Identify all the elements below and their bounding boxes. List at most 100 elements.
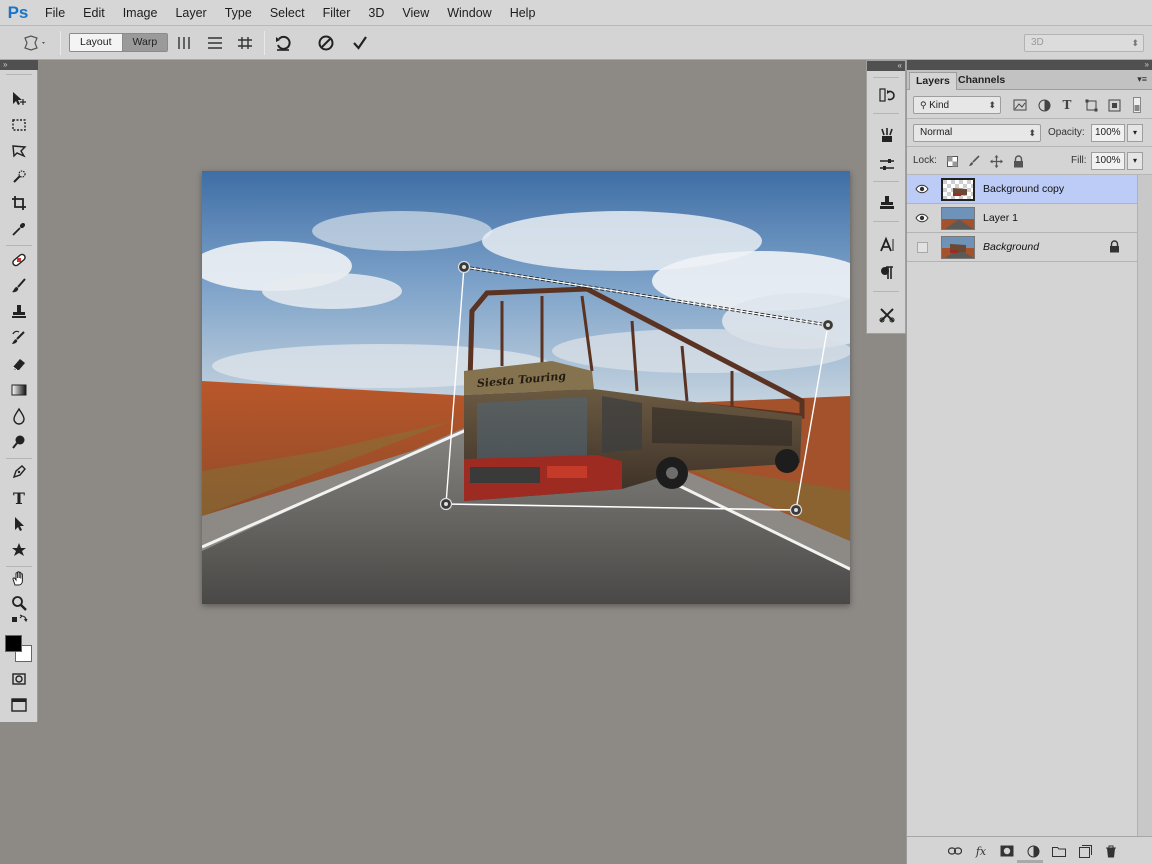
paragraph-panel-icon[interactable]: [875, 261, 899, 285]
swap-colors-icon[interactable]: [4, 612, 34, 628]
adjustments-sliders-icon[interactable]: [875, 153, 899, 177]
fill-input[interactable]: 100%: [1091, 152, 1125, 170]
menu-help[interactable]: Help: [501, 0, 545, 26]
collapse-arrows-icon[interactable]: »: [0, 60, 38, 70]
layer-name[interactable]: Layer 1: [983, 204, 1018, 233]
brush-presets-icon[interactable]: [875, 123, 899, 147]
menu-file[interactable]: File: [36, 0, 74, 26]
link-layers-icon[interactable]: [947, 843, 963, 859]
resize-grip[interactable]: [1017, 860, 1043, 863]
delete-layer-trash-icon[interactable]: [1103, 843, 1119, 859]
chevron-down-icon[interactable]: ▾: [1127, 124, 1143, 142]
tool-presets-icon[interactable]: [875, 303, 899, 327]
grip: [6, 74, 32, 75]
workspace-select[interactable]: 3D ⬍: [1024, 34, 1144, 52]
marquee-icon[interactable]: [4, 113, 34, 137]
path-select-icon[interactable]: [4, 512, 34, 536]
clone-stamp-icon[interactable]: [4, 300, 34, 324]
screen-mode-icon[interactable]: [4, 693, 34, 717]
new-layer-icon[interactable]: [1077, 843, 1093, 859]
blend-row: Normal ⬍ Opacity: 100% ▾: [907, 119, 1152, 147]
gradient-icon[interactable]: [4, 378, 34, 402]
layout-button[interactable]: Layout: [70, 34, 122, 51]
eyedropper-icon[interactable]: [4, 217, 34, 241]
new-adjustment-layer-icon[interactable]: [1025, 843, 1041, 859]
menu-filter[interactable]: Filter: [314, 0, 360, 26]
quick-mask-icon[interactable]: [4, 667, 34, 691]
smart-object-filter-icon[interactable]: [1105, 96, 1123, 114]
hand-icon[interactable]: [4, 567, 34, 591]
blend-mode-select[interactable]: Normal ⬍: [913, 124, 1041, 142]
layer-row-background-copy[interactable]: Background copy: [907, 175, 1137, 204]
lasso-icon[interactable]: [4, 139, 34, 163]
menu-edit[interactable]: Edit: [74, 0, 114, 26]
workspace-select-value: 3D: [1031, 37, 1044, 48]
brush-icon[interactable]: [4, 274, 34, 298]
crop-icon[interactable]: [4, 191, 34, 215]
blur-icon[interactable]: [4, 404, 34, 428]
grip: [873, 181, 899, 182]
layer-name[interactable]: Background: [983, 233, 1039, 262]
panel-collapse-bar[interactable]: »: [907, 60, 1152, 70]
panel-menu-icon[interactable]: ▾≡: [1137, 74, 1147, 85]
chevron-down-icon[interactable]: ▾: [1127, 152, 1143, 170]
panel-tabs: Layers Channels ▾≡: [907, 70, 1152, 90]
horizontal-split-icon[interactable]: [203, 26, 227, 60]
reset-warp-icon[interactable]: [270, 26, 296, 60]
lock-transparent-icon[interactable]: [943, 152, 961, 170]
lock-all-icon[interactable]: [1009, 152, 1027, 170]
visibility-eye-icon[interactable]: [913, 210, 931, 226]
eraser-icon[interactable]: [4, 352, 34, 376]
warp-button[interactable]: Warp: [121, 34, 168, 51]
foreground-color-swatch[interactable]: [5, 635, 22, 652]
tab-channels[interactable]: Channels: [952, 72, 1011, 90]
adjustment-filter-icon[interactable]: [1035, 96, 1053, 114]
menu-window[interactable]: Window: [438, 0, 500, 26]
lock-position-icon[interactable]: [987, 152, 1005, 170]
menu-view[interactable]: View: [393, 0, 438, 26]
dock-collapse-icon[interactable]: «: [867, 61, 905, 71]
layers-scrollbar[interactable]: [1137, 175, 1152, 837]
menu-3d[interactable]: 3D: [359, 0, 393, 26]
lock-pixels-icon[interactable]: [965, 152, 983, 170]
move-icon[interactable]: [4, 87, 34, 111]
layer-name[interactable]: Background copy: [983, 175, 1064, 204]
filter-kind-select[interactable]: ⚲ Kind ⬍: [913, 96, 1001, 114]
history-panel-icon[interactable]: [875, 83, 899, 107]
document-canvas[interactable]: Siesta Touring: [202, 171, 850, 604]
cross-split-icon[interactable]: [233, 26, 257, 60]
chevron-updown-icon: ⬍: [1028, 128, 1036, 138]
menu-select[interactable]: Select: [261, 0, 314, 26]
dodge-icon[interactable]: [4, 430, 34, 454]
menu-image[interactable]: Image: [114, 0, 167, 26]
visibility-off-box[interactable]: [917, 242, 928, 253]
add-mask-icon[interactable]: [999, 843, 1015, 859]
pen-icon[interactable]: [4, 460, 34, 484]
cancel-transform-icon[interactable]: [313, 26, 339, 60]
history-brush-icon[interactable]: [4, 326, 34, 350]
commit-transform-icon[interactable]: [347, 26, 373, 60]
type-icon[interactable]: T: [4, 486, 34, 510]
healing-icon[interactable]: [4, 248, 34, 272]
collapse-arrows-icon[interactable]: »: [1145, 60, 1149, 70]
pixel-filter-icon[interactable]: [1011, 96, 1029, 114]
new-group-folder-icon[interactable]: [1051, 843, 1067, 859]
clone-source-icon[interactable]: [875, 191, 899, 215]
layer-style-fx-icon[interactable]: fx: [973, 843, 989, 859]
tab-layers[interactable]: Layers: [909, 72, 957, 90]
warp-mode-toggle[interactable]: Layout Warp: [69, 33, 169, 52]
type-filter-icon[interactable]: T: [1058, 96, 1076, 114]
layer-row-layer-1[interactable]: Layer 1: [907, 204, 1137, 233]
shape-filter-icon[interactable]: [1082, 96, 1100, 114]
shape-icon[interactable]: [4, 538, 34, 562]
menu-type[interactable]: Type: [216, 0, 261, 26]
visibility-eye-icon[interactable]: [913, 181, 931, 197]
vertical-split-icon[interactable]: [172, 26, 196, 60]
quick-select-icon[interactable]: [4, 165, 34, 189]
puppet-warp-tool-preset-icon[interactable]: [18, 26, 52, 60]
filter-toggle-icon[interactable]: [1131, 96, 1143, 114]
menu-layer[interactable]: Layer: [166, 0, 215, 26]
layer-row-background[interactable]: Background: [907, 233, 1137, 262]
character-panel-icon[interactable]: [875, 233, 899, 257]
opacity-input[interactable]: 100%: [1091, 124, 1125, 142]
